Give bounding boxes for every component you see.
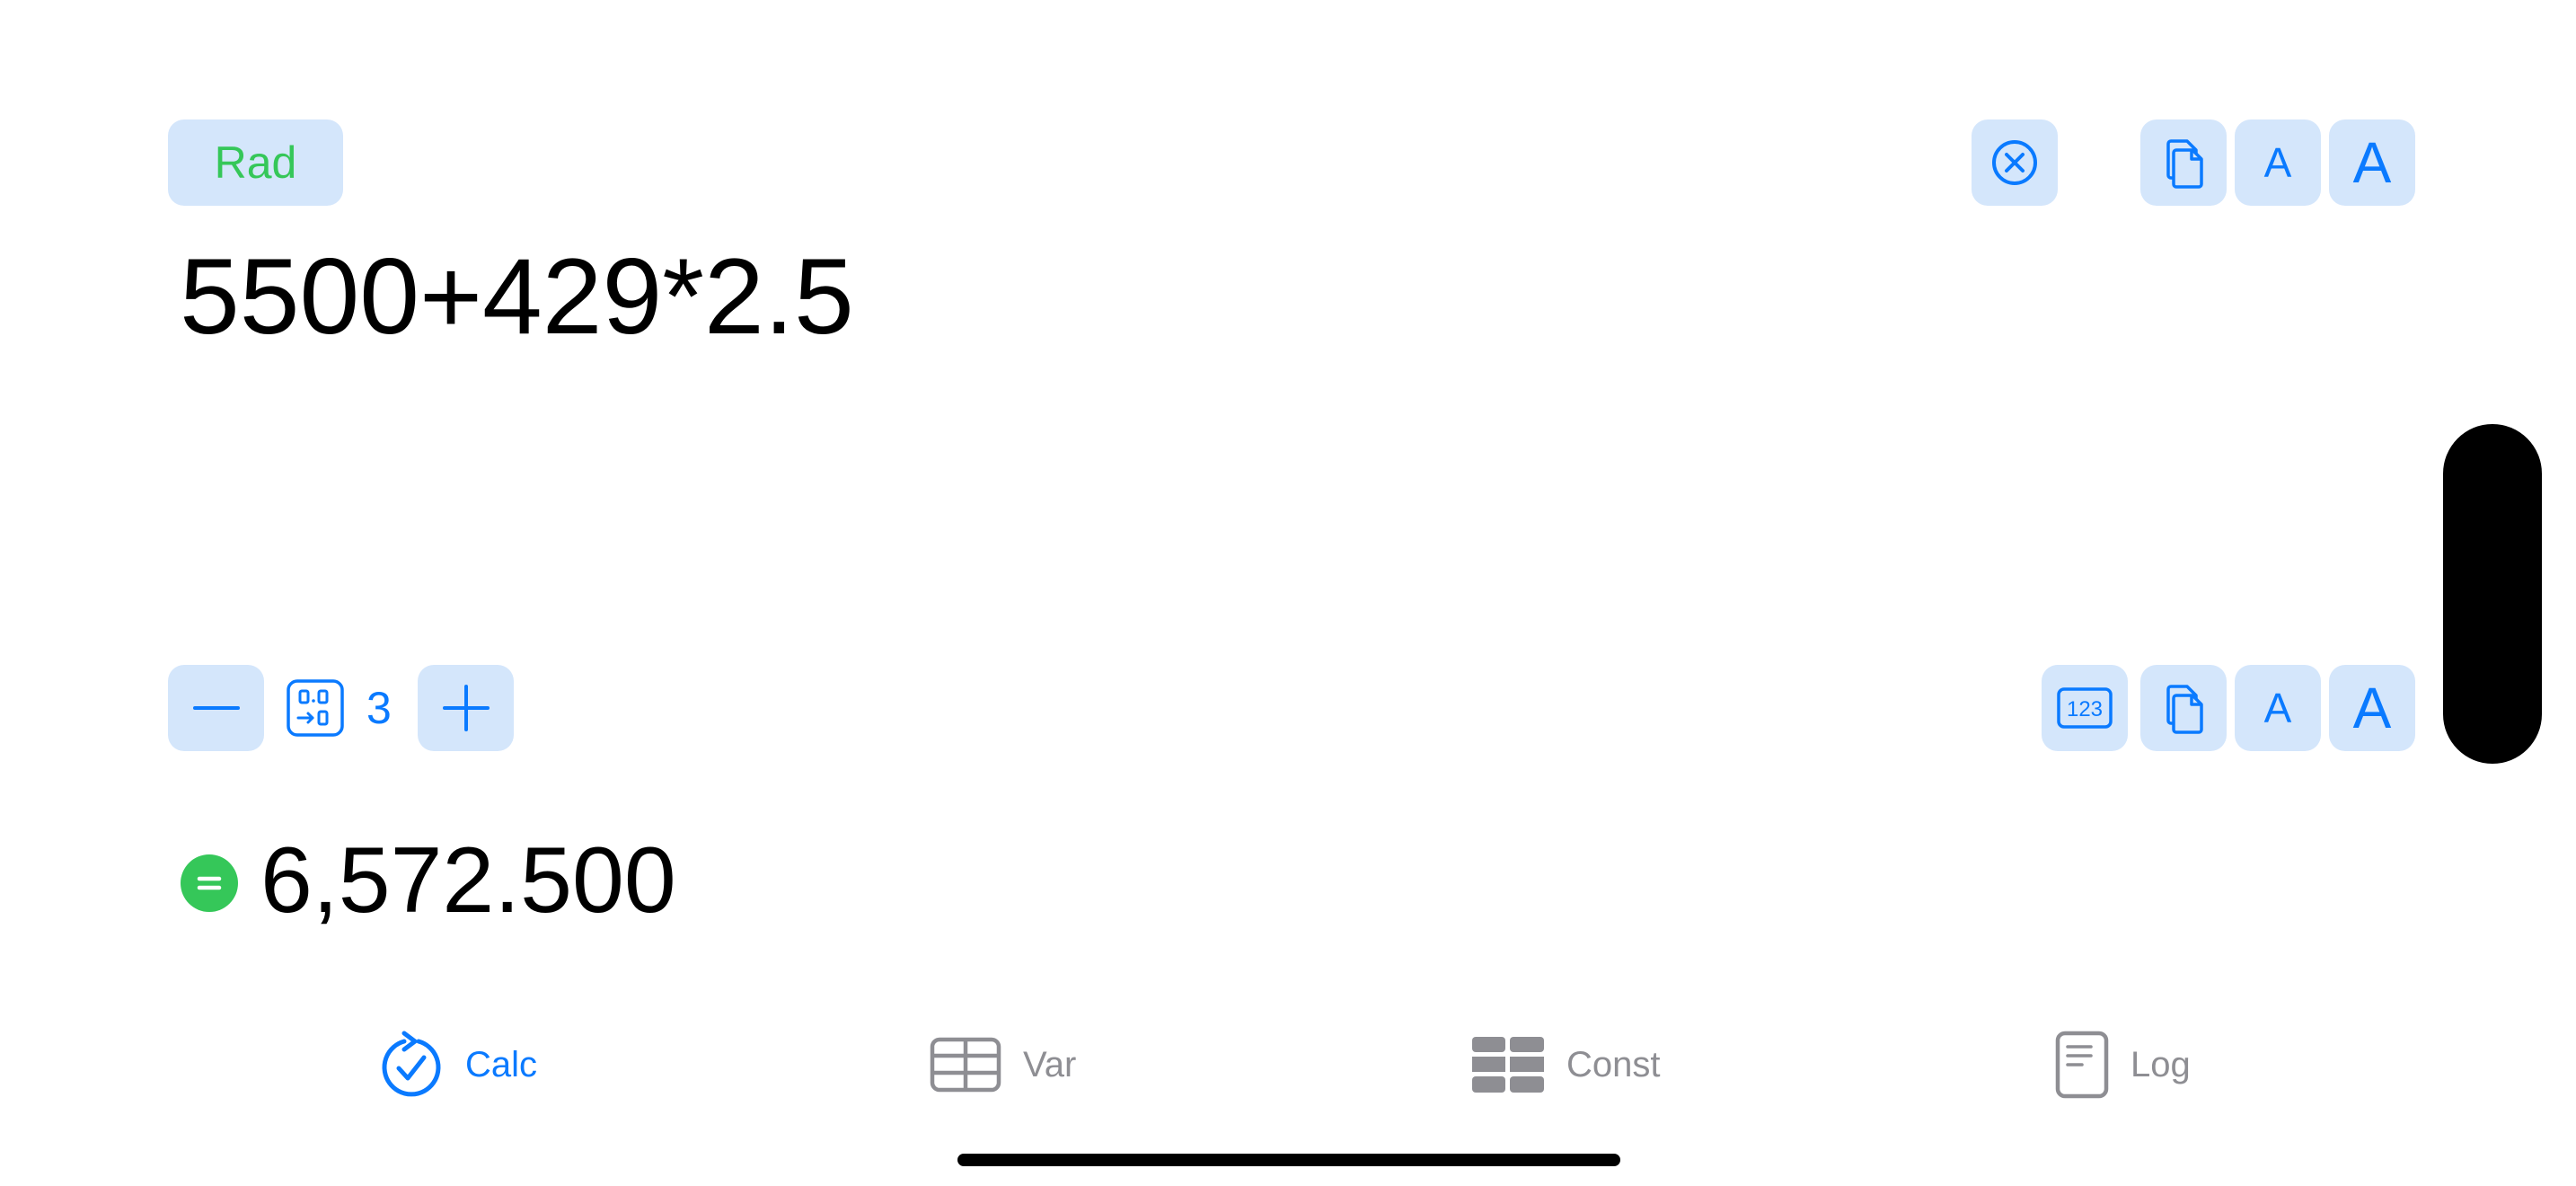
increase-precision-button[interactable] [418,665,514,751]
var-icon [930,1037,1001,1093]
result-font-larger-button[interactable]: A [2329,665,2415,751]
plus-icon [442,685,490,731]
font-smaller-label: A [2263,139,2292,186]
tab-var[interactable]: Var [930,1029,1076,1101]
angle-mode-label: Rad [214,137,297,188]
format-icon-label: 123 [2067,697,2103,721]
tab-calc[interactable]: Calc [379,1029,537,1101]
precision-icon [287,679,344,737]
format-icon: 123 [2057,687,2113,729]
result-font-smaller-button[interactable]: A [2235,665,2321,751]
clear-button[interactable] [1972,119,2058,206]
font-smaller-button[interactable]: A [2235,119,2321,206]
copy-icon [2166,685,2203,734]
decrease-precision-button[interactable] [168,665,264,751]
precision-value: 3 [366,683,392,733]
angle-mode-button[interactable]: Rad [168,119,343,206]
calc-icon [382,1031,441,1097]
const-icon [1472,1037,1544,1093]
home-indicator[interactable] [957,1154,1620,1166]
minus-icon [192,706,240,710]
equals-icon [181,854,238,912]
copy-result-button[interactable] [2140,665,2227,751]
log-icon [2055,1031,2109,1099]
tab-log[interactable]: Log [2055,1029,2191,1101]
tab-log-label: Log [2130,1044,2191,1084]
expression-display[interactable]: 5500+429*2.5 [180,243,854,350]
copy-expression-button[interactable] [2140,119,2227,206]
clear-icon [1992,140,2037,185]
number-format-button[interactable]: 123 [2042,665,2128,751]
font-larger-button[interactable]: A [2329,119,2415,206]
result-font-larger-label: A [2352,676,2392,740]
copy-icon [2166,139,2203,189]
result-display: 6,572.500 [260,828,676,933]
font-larger-label: A [2352,130,2392,195]
tab-var-label: Var [1023,1044,1077,1084]
tab-const[interactable]: Const [1471,1029,1661,1101]
tab-const-label: Const [1566,1044,1661,1084]
result-font-smaller-label: A [2263,685,2292,731]
tab-calc-label: Calc [465,1044,538,1084]
side-handle[interactable] [2443,424,2542,764]
